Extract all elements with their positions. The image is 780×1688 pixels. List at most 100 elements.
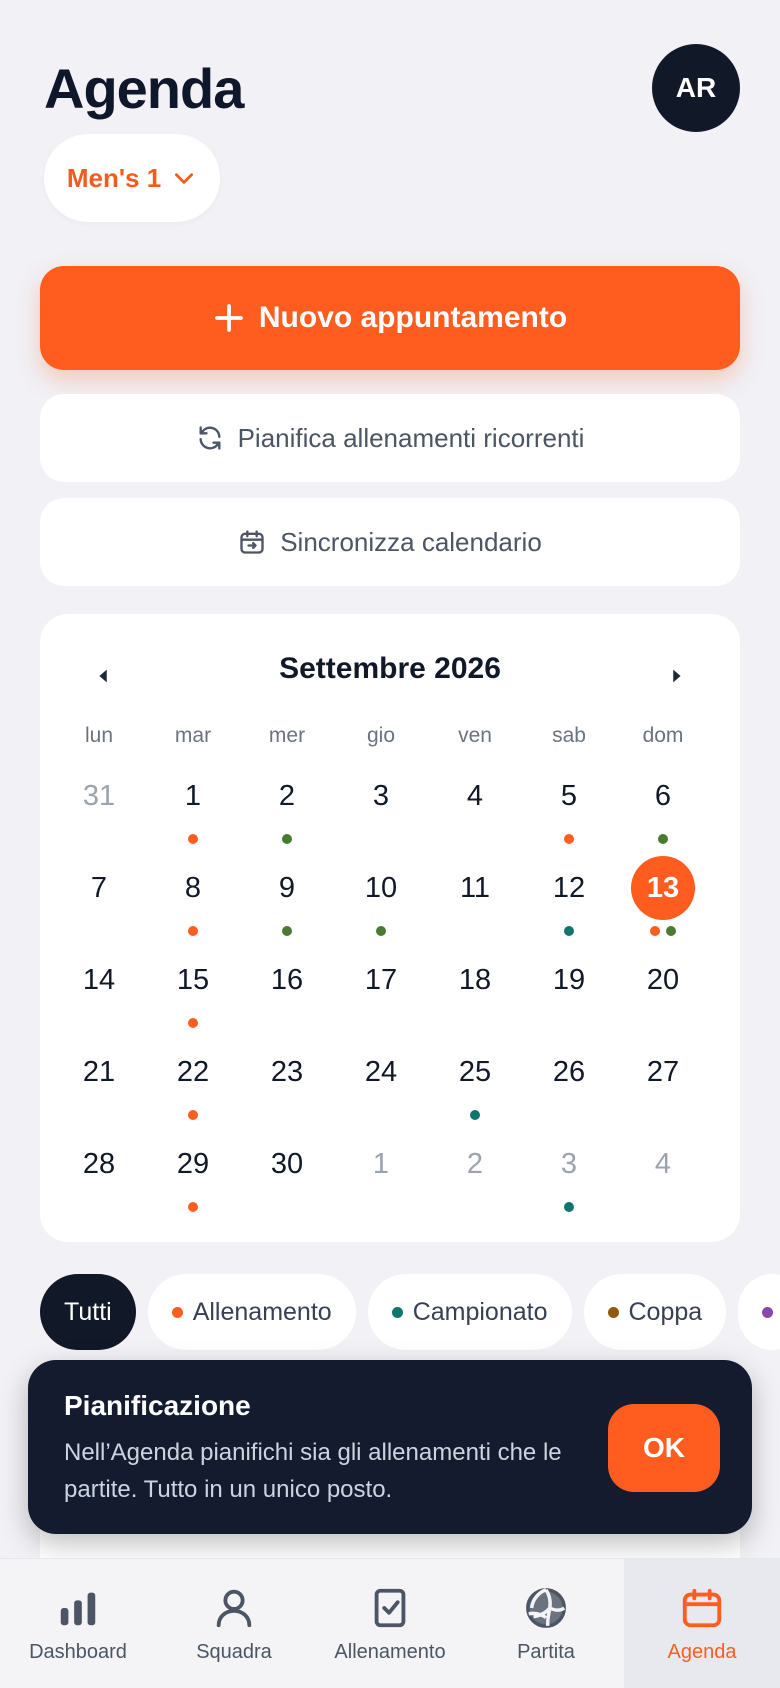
- new-appointment-label: Nuovo appuntamento: [258, 301, 568, 334]
- calendar-day-number: 27: [646, 1055, 680, 1088]
- event-dots: [428, 1110, 522, 1120]
- calendar-day-number: 25: [458, 1055, 492, 1088]
- weekday-label: dom: [642, 724, 684, 747]
- new-appointment-button[interactable]: Nuovo appuntamento: [40, 266, 740, 370]
- calendar-day[interactable]: 3: [334, 764, 428, 856]
- calendar-day[interactable]: 27: [616, 1040, 710, 1132]
- calendar-day[interactable]: 26: [522, 1040, 616, 1132]
- calendar-day[interactable]: 29: [146, 1132, 240, 1224]
- avatar[interactable]: AR: [652, 44, 740, 132]
- sync-calendar-button[interactable]: Sincronizza calendario: [40, 498, 740, 586]
- nav-item-allenamento[interactable]: Allenamento: [312, 1559, 468, 1688]
- calendar-day[interactable]: 11: [428, 856, 522, 948]
- calendar-day-number: 3: [560, 1147, 578, 1180]
- event-dots: [146, 926, 240, 936]
- calendar-day[interactable]: 1: [334, 1132, 428, 1224]
- event-dots: [240, 834, 334, 844]
- calendar-day[interactable]: 23: [240, 1040, 334, 1132]
- toast-title: Pianificazione: [64, 1390, 251, 1421]
- calendar-day[interactable]: 2: [428, 1132, 522, 1224]
- weekday-label: mar: [174, 724, 212, 747]
- weekday-label: ven: [458, 724, 492, 747]
- filter-color-dot: [171, 1306, 183, 1318]
- weekday-label: lun: [84, 724, 114, 747]
- calendar: Settembre 2026 lun mar mer gio ven sab dom 31 1…: [40, 614, 740, 1242]
- calendar-day-number: 2: [466, 1147, 484, 1180]
- calendar-day[interactable]: 8: [146, 856, 240, 948]
- calendar-day-number: 11: [459, 871, 491, 904]
- calendar-day-number: 17: [364, 963, 398, 996]
- toast-ok-button[interactable]: OK: [608, 1404, 720, 1492]
- calendar-day[interactable]: 20: [616, 948, 710, 1040]
- calendar-sync-icon: [240, 530, 264, 554]
- nav-label-partita: Partita: [517, 1640, 575, 1663]
- calendar-day[interactable]: 3: [522, 1132, 616, 1224]
- chevron-right-icon: [673, 669, 681, 683]
- calendar-day[interactable]: 21: [52, 1040, 146, 1132]
- calendar-day[interactable]: 4: [616, 1132, 710, 1224]
- calendar-day-number: 12: [552, 871, 586, 904]
- calendar-day-number: 4: [654, 1147, 672, 1180]
- calendar-day[interactable]: 1: [146, 764, 240, 856]
- calendar-day[interactable]: 30: [240, 1132, 334, 1224]
- calendar-day[interactable]: 24: [334, 1040, 428, 1132]
- calendar-day[interactable]: 9: [240, 856, 334, 948]
- calendar-day[interactable]: 10: [334, 856, 428, 948]
- event-dots: [146, 1018, 240, 1028]
- calendar-day-number: 7: [90, 871, 108, 904]
- calendar-day[interactable]: 2: [240, 764, 334, 856]
- calendar-day[interactable]: 6: [616, 764, 710, 856]
- filter-chip-label: Tutti: [64, 1297, 112, 1326]
- calendar-day[interactable]: 28: [52, 1132, 146, 1224]
- plus-icon: [214, 304, 243, 332]
- calendar-day[interactable]: 5: [522, 764, 616, 856]
- calendar-day[interactable]: 16: [240, 948, 334, 1040]
- calendar-day-number: 5: [560, 779, 578, 812]
- team-select[interactable]: Men's 1: [44, 134, 220, 222]
- calendar-day[interactable]: 4: [428, 764, 522, 856]
- nav-item-partita[interactable]: Partita: [468, 1559, 624, 1688]
- calendar-day[interactable]: 12: [522, 856, 616, 948]
- nav-item-agenda[interactable]: Agenda: [624, 1559, 780, 1688]
- next-month-button[interactable]: [654, 654, 698, 698]
- filter-chip[interactable]: Tutti: [40, 1274, 136, 1350]
- calendar-day-number: 2: [278, 779, 296, 812]
- calendar-day[interactable]: 31: [52, 764, 146, 856]
- filter-chip[interactable]: [738, 1274, 780, 1350]
- calendar-day[interactable]: 7: [52, 856, 146, 948]
- event-dot: [666, 926, 676, 936]
- calendar-day-number: 22: [176, 1055, 210, 1088]
- calendar-day-number: 6: [654, 779, 672, 812]
- nav-item-squadra[interactable]: Squadra: [156, 1559, 312, 1688]
- filter-color-dot: [391, 1306, 403, 1318]
- event-dot: [188, 1202, 198, 1212]
- event-dot: [188, 926, 198, 936]
- event-dots: [146, 1202, 240, 1212]
- team-select-value: Men's 1: [66, 162, 162, 193]
- event-dot: [470, 1110, 480, 1120]
- weekday-label: sab: [552, 724, 586, 747]
- calendar-day[interactable]: 17: [334, 948, 428, 1040]
- calendar-day[interactable]: 22: [146, 1040, 240, 1132]
- calendar-day-number: 10: [364, 871, 398, 904]
- filter-chip[interactable]: Allenamento: [147, 1274, 356, 1350]
- filter-color-dot: [607, 1306, 619, 1318]
- calendar-day[interactable]: 25: [428, 1040, 522, 1132]
- calendar-day-number: 24: [364, 1055, 398, 1088]
- filter-chip[interactable]: Coppa: [583, 1274, 727, 1350]
- calendar-day-number: 20: [646, 963, 680, 996]
- bottom-nav: Dashboard Squadra Allenamento Partita Ag…: [0, 1558, 780, 1688]
- calendar-day-selected[interactable]: 13: [616, 856, 710, 948]
- calendar-day-number: 3: [372, 779, 390, 812]
- calendar-day[interactable]: 15: [146, 948, 240, 1040]
- calendar-day[interactable]: 18: [428, 948, 522, 1040]
- nav-item-dashboard[interactable]: Dashboard: [0, 1559, 156, 1688]
- filter-chips: Tutti Allenamento Campionato Coppa: [40, 1274, 780, 1350]
- event-dot: [376, 926, 386, 936]
- filter-chip[interactable]: Campionato: [367, 1274, 572, 1350]
- calendar-day[interactable]: 14: [52, 948, 146, 1040]
- calendar-day[interactable]: 19: [522, 948, 616, 1040]
- recurring-training-button[interactable]: Pianifica allenamenti ricorrenti: [40, 394, 740, 482]
- nav-label-dashboard: Dashboard: [29, 1640, 127, 1663]
- calendar-icon: [682, 1588, 722, 1627]
